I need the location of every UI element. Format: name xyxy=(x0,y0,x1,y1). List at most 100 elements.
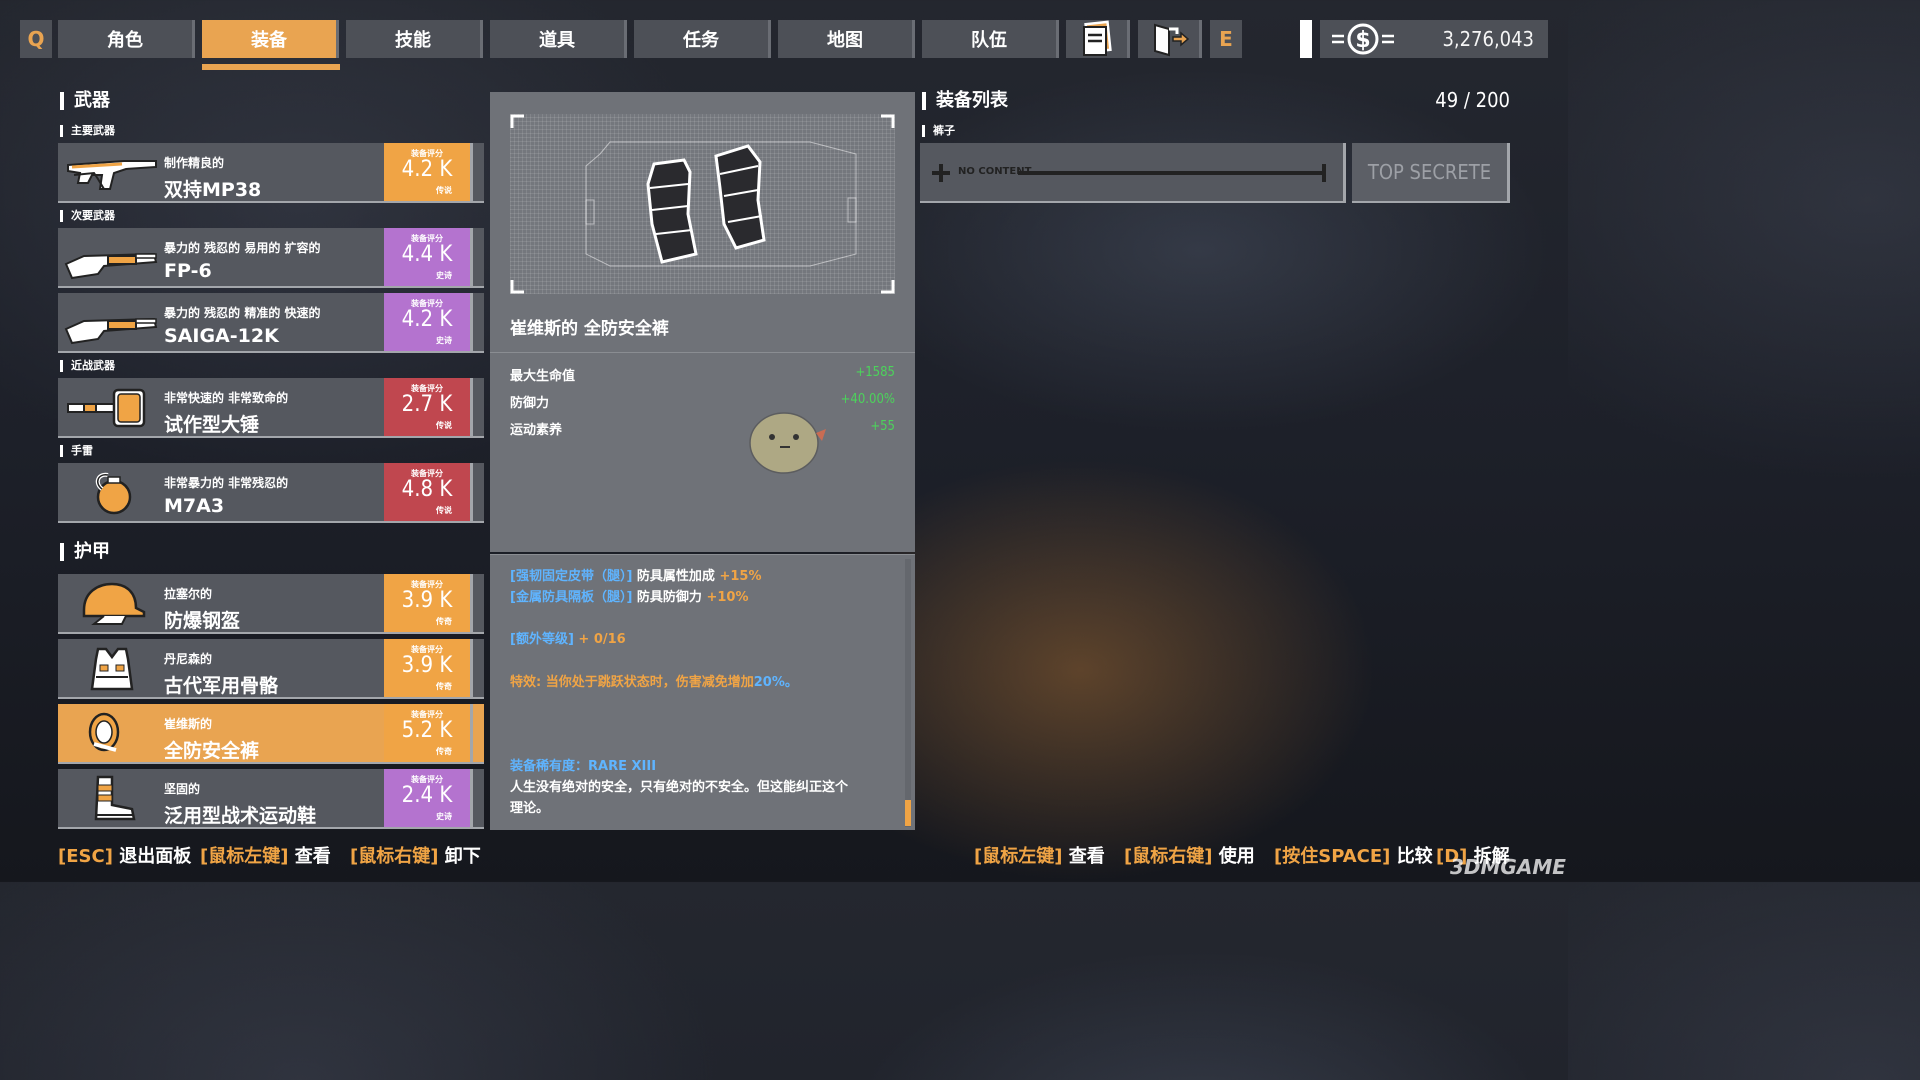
slot-edge xyxy=(470,228,484,286)
affix-key: [金属防具隔板（腿）] xyxy=(510,590,633,605)
prev-tab-key[interactable]: Q xyxy=(20,20,52,58)
affix-text: 防具防御力 xyxy=(636,590,702,605)
kneepad-icon xyxy=(646,144,766,264)
hint-compare[interactable]: [按住SPACE] 比较 xyxy=(1274,842,1433,868)
shotgun-icon xyxy=(64,252,158,280)
notes-icon xyxy=(1082,20,1112,56)
gear-score-value: 2.4 K xyxy=(401,783,453,808)
currency-divider xyxy=(1300,20,1312,58)
weapon-slot-secondary-1[interactable]: 暴力的 残忍的 易用的 扩容的 FP-6 装备评分 4.4 K 史诗 xyxy=(58,228,484,288)
item-name: 试作型大锤 xyxy=(164,414,260,436)
tab-map[interactable]: 地图 xyxy=(778,20,915,58)
armor-slot-feet[interactable]: 坚固的 泛用型战术运动鞋 装备评分 2.4 K 史诗 xyxy=(58,769,484,829)
tab-equipment[interactable]: 装备 xyxy=(202,20,339,58)
extra-level-key: [额外等级] xyxy=(510,632,574,647)
stat-value: +40.00% xyxy=(840,392,895,407)
inventory-empty-slot: NO CONTENT xyxy=(920,143,1346,203)
rarity-label: 传说 xyxy=(436,506,452,515)
hint-text: 查看 xyxy=(294,846,331,867)
tab-missions[interactable]: 任务 xyxy=(634,20,771,58)
hint-right-click[interactable]: [鼠标右键] 卸下 xyxy=(350,842,481,868)
armor-slot-body[interactable]: 丹尼森的 古代军用骨骼 装备评分 3.9 K 传奇 xyxy=(58,639,484,699)
tab-team[interactable]: 队伍 xyxy=(922,20,1059,58)
hint-key: [ESC] xyxy=(58,846,113,867)
hint-use[interactable]: [鼠标右键] 使用 xyxy=(1124,842,1255,868)
flavor-text: 人生没有绝对的安全，只有绝对的不安全。但这能纠正这个 xyxy=(510,780,849,795)
item-modifiers: 制作精良的 xyxy=(164,156,225,170)
gear-score-value: 4.2 K xyxy=(401,157,453,182)
active-tab-indicator xyxy=(202,64,340,70)
watermark: 3DMGAME xyxy=(1450,855,1566,879)
tab-character[interactable]: 角色 xyxy=(58,20,195,58)
slot-edge xyxy=(470,293,484,351)
gear-score-value: 4.2 K xyxy=(401,307,453,332)
affix-line: [金属防具隔板（腿）] 防具防御力 +10% xyxy=(510,586,748,605)
helmet-icon xyxy=(82,582,146,625)
item-modifiers: 坚固的 xyxy=(164,782,201,796)
item-name: FP-6 xyxy=(164,260,212,282)
armor-slot-head[interactable]: 拉塞尔的 防爆钢盔 装备评分 3.9 K 传奇 xyxy=(58,574,484,634)
weapon-slot-melee[interactable]: 非常快速的 非常致命的 试作型大锤 装备评分 2.7 K 传说 xyxy=(58,378,484,438)
item-name: 双持MP38 xyxy=(164,179,262,201)
gear-score-badge: 装备评分 4.2 K 传说 xyxy=(384,143,470,201)
hint-key: [鼠标左键] xyxy=(974,846,1063,867)
locked-slot: TOP SECRETE xyxy=(1352,143,1510,203)
rarity-key: 装备稀有度： xyxy=(510,759,589,774)
gear-score-badge: 装备评分 5.2 K 传奇 xyxy=(384,704,470,762)
hint-inspect[interactable]: [鼠标左键] 查看 xyxy=(974,842,1105,868)
tab-items[interactable]: 道具 xyxy=(490,20,627,58)
stat-value: +55 xyxy=(870,419,895,434)
affix-value: +10% xyxy=(706,590,749,605)
mascot-chick-icon xyxy=(749,412,826,474)
plus-icon xyxy=(932,164,950,182)
affix-key: [强韧固定皮带（腿）] xyxy=(510,569,633,584)
item-modifiers: 非常暴力的 非常残忍的 xyxy=(164,476,289,490)
item-modifiers: 拉塞尔的 xyxy=(164,587,213,601)
currency-amount: 3,276,043 xyxy=(1442,27,1534,51)
slot-edge xyxy=(470,574,484,632)
hint-text: 使用 xyxy=(1218,846,1255,867)
rarity-label: 传奇 xyxy=(436,617,452,626)
notes-button[interactable] xyxy=(1066,20,1130,58)
weapons-section-title: 武器 xyxy=(60,92,110,110)
gear-score-value: 3.9 K xyxy=(401,653,453,678)
scrollbar-thumb[interactable] xyxy=(905,800,911,826)
empty-divider xyxy=(1018,171,1324,175)
next-tab-key[interactable]: E xyxy=(1210,20,1242,58)
affix-value: +15% xyxy=(719,569,762,584)
hint-esc[interactable]: [ESC] 退出面板 xyxy=(58,842,191,868)
dollar-coin-icon: $ xyxy=(1332,23,1394,55)
slot-edge xyxy=(470,143,484,201)
extra-level-line: [额外等级] + 0/16 xyxy=(510,628,626,647)
weapon-slot-secondary-2[interactable]: 暴力的 残忍的 精准的 快速的 SAIGA-12K 装备评分 4.2 K 史诗 xyxy=(58,293,484,353)
gear-score-value: 4.8 K xyxy=(401,477,453,502)
item-detail-title: 崔维斯的 全防安全裤 xyxy=(510,319,669,339)
smg-icon xyxy=(67,160,157,190)
armor-slot-legs[interactable]: 崔维斯的 全防安全裤 装备评分 5.2 K 传奇 xyxy=(58,704,484,764)
primary-weapon-label: 主要武器 xyxy=(60,125,115,137)
scrollbar-track[interactable] xyxy=(905,559,911,827)
rarity-value: RARE XIII xyxy=(588,759,657,774)
item-description-panel[interactable]: [强韧固定皮带（腿）] 防具属性加成 +15% [金属防具隔板（腿）] 防具防御… xyxy=(490,554,915,830)
hint-left-click[interactable]: [鼠标左键] 查看 xyxy=(200,842,331,868)
item-name: 古代军用骨骼 xyxy=(164,675,279,697)
gear-score-value: 3.9 K xyxy=(401,588,453,613)
gear-score-badge: 装备评分 3.9 K 传奇 xyxy=(384,574,470,632)
slot-edge xyxy=(470,463,484,521)
kneepad-icon xyxy=(88,712,120,752)
weapon-slot-grenade[interactable]: 非常暴力的 非常残忍的 M7A3 装备评分 4.8 K 传说 xyxy=(58,463,484,523)
gear-score-badge: 装备评分 2.4 K 史诗 xyxy=(384,769,470,827)
boots-icon xyxy=(94,775,136,821)
hint-text: 查看 xyxy=(1068,846,1105,867)
item-name: 全防安全裤 xyxy=(164,740,260,762)
item-modifiers: 暴力的 残忍的 易用的 扩容的 xyxy=(164,241,321,255)
item-modifiers: 丹尼森的 xyxy=(164,652,213,666)
armor-section-title: 护甲 xyxy=(60,543,110,561)
flavor-text: 理论。 xyxy=(510,801,550,816)
weapon-slot-primary[interactable]: 制作精良的 双持MP38 装备评分 4.2 K 传说 xyxy=(58,143,484,203)
exit-button[interactable] xyxy=(1138,20,1202,58)
tab-skills[interactable]: 技能 xyxy=(346,20,483,58)
rarity-label: 史诗 xyxy=(436,336,452,345)
item-name: SAIGA-12K xyxy=(164,325,279,347)
rarity-label: 史诗 xyxy=(436,812,452,821)
